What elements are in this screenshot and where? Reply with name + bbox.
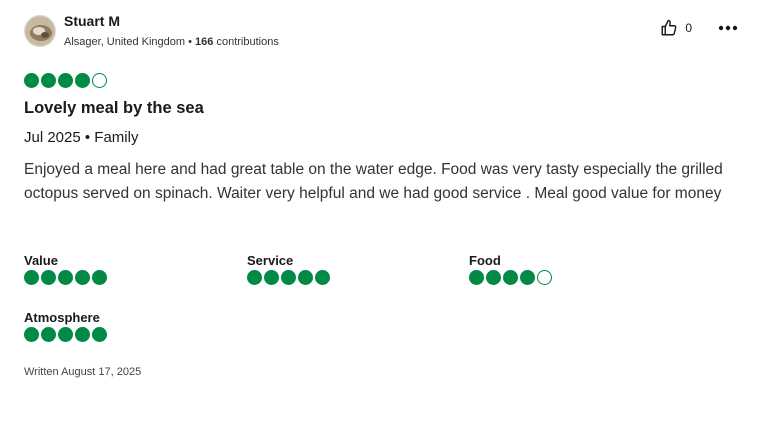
rating-bubble-full xyxy=(41,270,56,285)
subrating-service: Service xyxy=(247,253,330,285)
subrating-atmosphere: Atmosphere xyxy=(24,310,107,342)
overall-rating-bubbles xyxy=(24,73,107,88)
subrating-bubbles xyxy=(24,327,107,342)
subrating-food: Food xyxy=(469,253,552,285)
meta-separator: • xyxy=(185,36,196,48)
rating-bubble-full xyxy=(58,270,73,285)
rating-bubble-empty xyxy=(92,73,107,88)
rating-bubble-full xyxy=(58,73,73,88)
subrating-bubbles xyxy=(469,270,552,285)
subrating-value: Value xyxy=(24,253,107,285)
reviewer-meta: Alsager, United Kingdom • 166 contributi… xyxy=(64,35,279,49)
rating-bubble-full xyxy=(503,270,518,285)
rating-bubble-full xyxy=(75,73,90,88)
reviewer-location: Alsager, United Kingdom xyxy=(64,36,186,48)
rating-bubble-full xyxy=(41,73,56,88)
review-actions: 0 xyxy=(659,18,738,38)
rating-bubble-full xyxy=(315,270,330,285)
review-date-trip: Jul 2025 • Family xyxy=(24,129,139,146)
rating-bubble-full xyxy=(486,270,501,285)
reviewer-info: Stuart M Alsager, United Kingdom • 166 c… xyxy=(64,12,279,49)
rating-bubble-full xyxy=(75,327,90,342)
more-options-icon[interactable] xyxy=(718,18,738,38)
thumbs-up-icon[interactable] xyxy=(659,18,679,38)
contributions-label: contributions xyxy=(213,36,279,48)
subrating-bubbles xyxy=(247,270,330,285)
reviewer-name[interactable]: Stuart M xyxy=(64,12,279,30)
rating-bubble-full xyxy=(264,270,279,285)
rating-bubble-full xyxy=(41,327,56,342)
rating-bubble-full xyxy=(247,270,262,285)
rating-bubble-full xyxy=(75,270,90,285)
review-title[interactable]: Lovely meal by the sea xyxy=(24,98,204,118)
subrating-label: Value xyxy=(24,253,58,268)
rating-bubble-full xyxy=(58,327,73,342)
subrating-label: Atmosphere xyxy=(24,310,100,325)
contributions-count: 166 xyxy=(195,36,214,48)
rating-bubble-full xyxy=(24,270,39,285)
rating-bubble-full xyxy=(281,270,296,285)
subrating-bubbles xyxy=(24,270,107,285)
rating-bubble-full xyxy=(24,73,39,88)
review-text: Enjoyed a meal here and had great table … xyxy=(24,161,723,202)
subrating-label: Service xyxy=(247,253,294,268)
rating-bubble-full xyxy=(24,327,39,342)
written-date: Written August 17, 2025 xyxy=(24,366,142,378)
rating-bubble-full xyxy=(92,327,107,342)
rating-bubble-empty xyxy=(537,270,552,285)
rating-bubble-full xyxy=(298,270,313,285)
like-count: 0 xyxy=(685,21,692,35)
rating-bubble-full xyxy=(469,270,484,285)
rating-bubble-full xyxy=(520,270,535,285)
subrating-label: Food xyxy=(469,253,501,268)
avatar-image xyxy=(25,16,55,46)
avatar[interactable] xyxy=(24,15,56,47)
rating-bubble-full xyxy=(92,270,107,285)
